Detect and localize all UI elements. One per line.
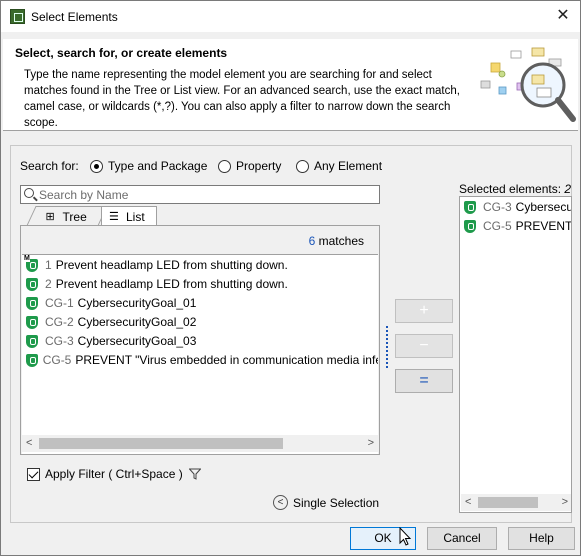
item-id: CG-1 <box>45 295 74 310</box>
radio-type-and-package[interactable]: Type and Package <box>90 159 207 173</box>
apply-filter-label: Apply Filter ( Ctrl+Space ) <box>45 467 183 481</box>
single-selection-toggle[interactable]: < Single Selection <box>273 495 379 510</box>
header-title: Select, search for, or create elements <box>15 46 228 60</box>
match-count: 6 matches <box>309 234 364 248</box>
item-name: Prevent headlamp LED from shutting down. <box>55 276 288 291</box>
selected-list-item[interactable]: CG-5 PREVENT " <box>460 216 572 235</box>
tab-list[interactable]: ☰ List <box>101 206 157 226</box>
tab-list-label: List <box>126 209 145 224</box>
item-id: 2 <box>45 276 52 291</box>
help-button[interactable]: Help <box>508 527 575 550</box>
selected-count: 2 <box>564 182 572 196</box>
apply-filter-checkbox[interactable]: Apply Filter ( Ctrl+Space ) <box>27 467 183 481</box>
cybersecurity-goal-icon <box>463 200 477 214</box>
app-logo-icon <box>10 9 25 24</box>
item-name: PREVENT "Virus embedded in communication… <box>75 352 378 367</box>
search-illustration-icon <box>480 47 576 122</box>
radio-label: Any Element <box>314 159 383 173</box>
selected-elements-list[interactable]: CG-3 Cybersecu CG-5 PREVENT " < > <box>459 196 572 513</box>
filter-funnel-icon[interactable] <box>189 468 201 480</box>
results-list[interactable]: M 1 Prevent headlamp LED from shutting d… <box>22 254 378 454</box>
cybersecurity-goal-icon <box>25 315 39 329</box>
match-count-number: 6 <box>308 234 316 248</box>
radio-indicator <box>296 159 309 173</box>
scroll-right-icon[interactable]: > <box>368 437 374 449</box>
tree-view-icon: ⊞ <box>45 210 55 223</box>
item-id: 1 <box>45 257 52 272</box>
results-panel: 6 matches M 1 Prevent headlamp LED from … <box>20 225 380 455</box>
selected-horizontal-scrollbar[interactable]: < > <box>461 494 571 511</box>
cybersecurity-goal-icon <box>25 353 38 367</box>
close-button[interactable]: ✕ <box>549 5 577 27</box>
radio-indicator <box>218 159 231 173</box>
search-input[interactable] <box>39 186 377 203</box>
radio-label: Property <box>236 159 282 173</box>
title-bar: Select Elements ✕ <box>1 1 580 32</box>
header-description: Type the name representing the model ele… <box>24 69 460 129</box>
radio-label: Type and Package <box>108 159 208 173</box>
item-name: Prevent headlamp LED from shutting down. <box>55 257 288 272</box>
scroll-left-icon[interactable]: < <box>26 437 32 449</box>
list-item[interactable]: M 1 Prevent headlamp LED from shutting d… <box>22 255 378 274</box>
search-field[interactable] <box>20 185 380 204</box>
search-icon <box>24 188 34 198</box>
list-view-icon: ☰ <box>109 210 119 223</box>
list-item[interactable]: CG-3 CybersecurityGoal_03 <box>22 331 378 350</box>
item-id: CG-5 <box>483 218 512 233</box>
remove-button[interactable]: − <box>395 334 453 358</box>
item-id: CG-5 <box>42 352 72 367</box>
results-horizontal-scrollbar[interactable]: < > <box>22 435 378 452</box>
scroll-left-icon[interactable]: < <box>465 496 471 508</box>
remove-all-button[interactable]: = <box>395 369 453 393</box>
cybersecurity-goal-icon <box>25 334 39 348</box>
window-title: Select Elements <box>31 10 118 24</box>
item-id: CG-2 <box>45 314 74 329</box>
item-name: CybersecurityGoal_03 <box>77 333 197 348</box>
select-elements-dialog: Select Elements ✕ Select, search for, or… <box>0 0 581 556</box>
single-selection-label: Single Selection <box>293 495 380 510</box>
selected-list-item[interactable]: CG-3 Cybersecu <box>460 197 572 216</box>
add-button[interactable]: + <box>395 299 453 323</box>
requirement-shield-icon: M <box>24 255 39 272</box>
cybersecurity-goal-icon <box>25 296 39 310</box>
item-id: CG-3 <box>45 333 74 348</box>
list-item[interactable]: CG-5 PREVENT "Virus embedded in communic… <box>22 350 378 369</box>
item-id: CG-3 <box>483 199 512 214</box>
radio-selected-indicator <box>90 159 103 173</box>
focus-indicator <box>386 326 388 368</box>
list-item[interactable]: CG-1 CybersecurityGoal_01 <box>22 293 378 312</box>
chevron-left-circle-icon: < <box>273 495 288 510</box>
requirement-shield-icon <box>25 277 39 291</box>
selected-label-text: Selected elements: <box>459 182 562 196</box>
dialog-header: Select, search for, or create elements T… <box>3 39 578 131</box>
item-name: CybersecurityGoal_01 <box>77 295 197 310</box>
radio-any-element[interactable]: Any Element <box>296 159 382 173</box>
item-name: PREVENT " <box>515 218 572 233</box>
search-for-label: Search for: <box>20 159 79 173</box>
checkbox-indicator <box>27 467 40 481</box>
item-name: Cybersecu <box>515 199 572 214</box>
match-count-suffix: matches <box>318 234 364 248</box>
tab-tree[interactable]: ⊞ Tree <box>26 206 108 226</box>
scroll-thumb[interactable] <box>39 438 283 449</box>
scroll-right-icon[interactable]: > <box>562 496 568 508</box>
list-item[interactable]: CG-2 CybersecurityGoal_02 <box>22 312 378 331</box>
cancel-button[interactable]: Cancel <box>427 527 497 550</box>
mouse-pointer-icon <box>399 527 412 546</box>
scroll-thumb[interactable] <box>478 497 538 508</box>
item-name: CybersecurityGoal_02 <box>77 314 197 329</box>
radio-property[interactable]: Property <box>218 159 281 173</box>
cybersecurity-goal-icon <box>463 219 477 233</box>
list-item[interactable]: 2 Prevent headlamp LED from shutting dow… <box>22 274 378 293</box>
selected-elements-label: Selected elements: 2 <box>459 182 571 196</box>
tab-tree-label: Tree <box>62 209 88 224</box>
